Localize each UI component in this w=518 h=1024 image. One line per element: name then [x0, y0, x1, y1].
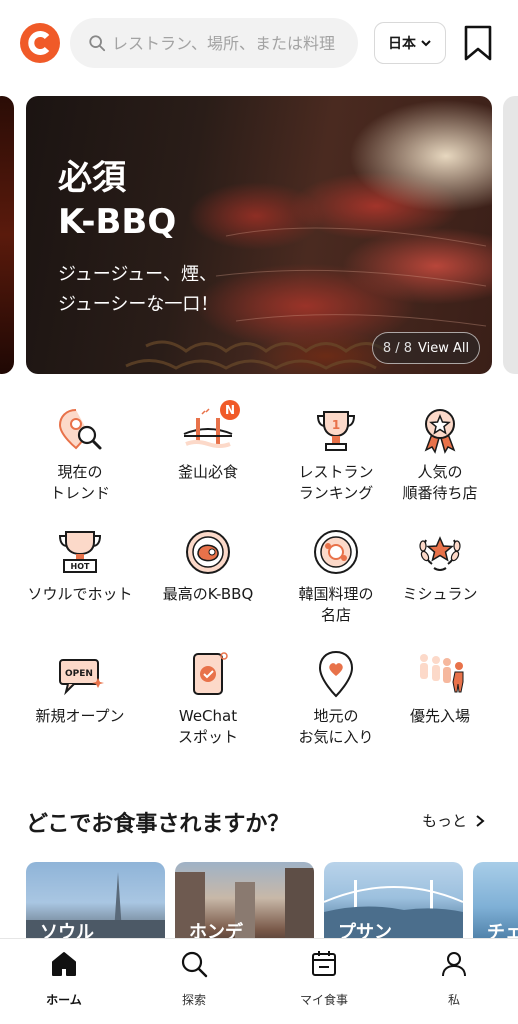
banner-next-peek[interactable] [503, 96, 518, 374]
category-busan[interactable]: N 釜山必食 [144, 400, 272, 483]
wechat-phone-icon [182, 648, 234, 700]
category-label: 新規オープン [35, 707, 125, 725]
more-label: もっと [422, 812, 468, 830]
banner-page-count: 8 / 8 [382, 340, 413, 356]
city-card[interactable]: チェ [473, 862, 518, 942]
language-selector[interactable]: 日本 [374, 22, 446, 64]
view-all-label: View All [418, 340, 470, 356]
category-new-open[interactable]: OPEN 新規オープン [16, 648, 144, 727]
category-trend[interactable]: 現在の トレンド [16, 404, 144, 504]
bridge-icon: N [182, 400, 240, 456]
category-label: 現在の トレンド [49, 463, 110, 502]
search-bar[interactable] [70, 18, 358, 68]
category-seoul-hot[interactable]: HOT ソウルでホット [16, 526, 144, 605]
city-card[interactable]: ソウル [26, 862, 165, 942]
city-card[interactable]: ホンデ [175, 862, 314, 942]
category-wechat[interactable]: WeChat スポット [144, 648, 272, 748]
catch-table-logo[interactable] [20, 23, 60, 63]
trend-search-icon [54, 404, 106, 456]
new-badge: N [220, 400, 240, 420]
nav-label: マイ食事 [299, 993, 348, 1007]
category-waitlist[interactable]: 人気の 順番待ち店 [376, 404, 504, 504]
home-icon [52, 952, 76, 976]
hot-trophy-icon: HOT [54, 526, 106, 578]
nav-label: ホーム [46, 993, 82, 1007]
category-label: WeChat スポット [177, 707, 238, 746]
open-sign-icon: OPEN [54, 648, 106, 700]
heart-pin-icon [310, 648, 362, 700]
city-carousel[interactable]: ソウル ホンデ プサン チェ [0, 862, 518, 942]
where-section-title: どこでお食事されますか？ [26, 812, 290, 837]
calendar-icon [312, 951, 336, 976]
banner-carousel[interactable]: 必須 K-BBQ ジュージュー、煙、 ジューシーな一口！ 8 / 8 View … [0, 96, 518, 376]
banner-prev-peek[interactable] [0, 96, 14, 374]
bowl-icon [310, 526, 362, 578]
meat-plate-icon [182, 526, 234, 578]
category-kbbq[interactable]: 最高のK-BBQ [144, 526, 272, 605]
nav-my-dining[interactable]: マイ食事 [274, 949, 374, 1008]
category-label: 釜山必食 [177, 463, 238, 481]
svg-text:HOT: HOT [71, 562, 90, 571]
category-priority-entry[interactable]: 優先入場 [376, 648, 504, 727]
banner-title: 必須 K-BBQ [58, 158, 177, 242]
bookmark-icon[interactable] [462, 24, 494, 62]
banner-subtitle: ジュージュー、煙、 ジューシーな一口！ [58, 264, 219, 315]
city-card[interactable]: プサン [324, 862, 463, 942]
laurel-star-icon [414, 526, 466, 578]
chevron-right-icon [476, 814, 485, 827]
category-label: 最高のK-BBQ [162, 585, 254, 603]
category-label: ソウルでホット [27, 585, 133, 603]
svg-text:1: 1 [332, 418, 340, 432]
search-icon [89, 35, 106, 52]
bottom-nav: ホーム 探索 マイ食事 私 [0, 938, 518, 1024]
chevron-down-icon [421, 40, 431, 47]
user-icon [442, 952, 466, 977]
nav-label: 私 [447, 993, 460, 1007]
trophy-icon: 1 [310, 404, 362, 456]
nav-home[interactable]: ホーム [14, 949, 114, 1008]
nav-explore[interactable]: 探索 [144, 949, 244, 1008]
nav-me[interactable]: 私 [404, 949, 504, 1008]
svg-text:OPEN: OPEN [65, 669, 93, 679]
category-label: ミシュラン [402, 585, 478, 603]
search-icon [181, 951, 208, 978]
award-ribbon-icon [414, 404, 466, 456]
nav-label: 探索 [181, 993, 206, 1007]
category-label: 人気の 順番待ち店 [402, 463, 478, 502]
top-header: 日本 [0, 0, 518, 86]
banner-slide[interactable]: 必須 K-BBQ ジュージュー、煙、 ジューシーな一口！ 8 / 8 View … [26, 96, 492, 374]
language-label: 日本 [388, 36, 416, 52]
queue-people-icon [414, 648, 466, 700]
more-link[interactable]: もっと [422, 810, 485, 831]
category-label: 優先入場 [409, 707, 470, 725]
category-michelin[interactable]: ミシュラン [376, 526, 504, 605]
view-all-button[interactable]: 8 / 8 View All [372, 332, 480, 364]
search-input[interactable] [112, 33, 342, 53]
